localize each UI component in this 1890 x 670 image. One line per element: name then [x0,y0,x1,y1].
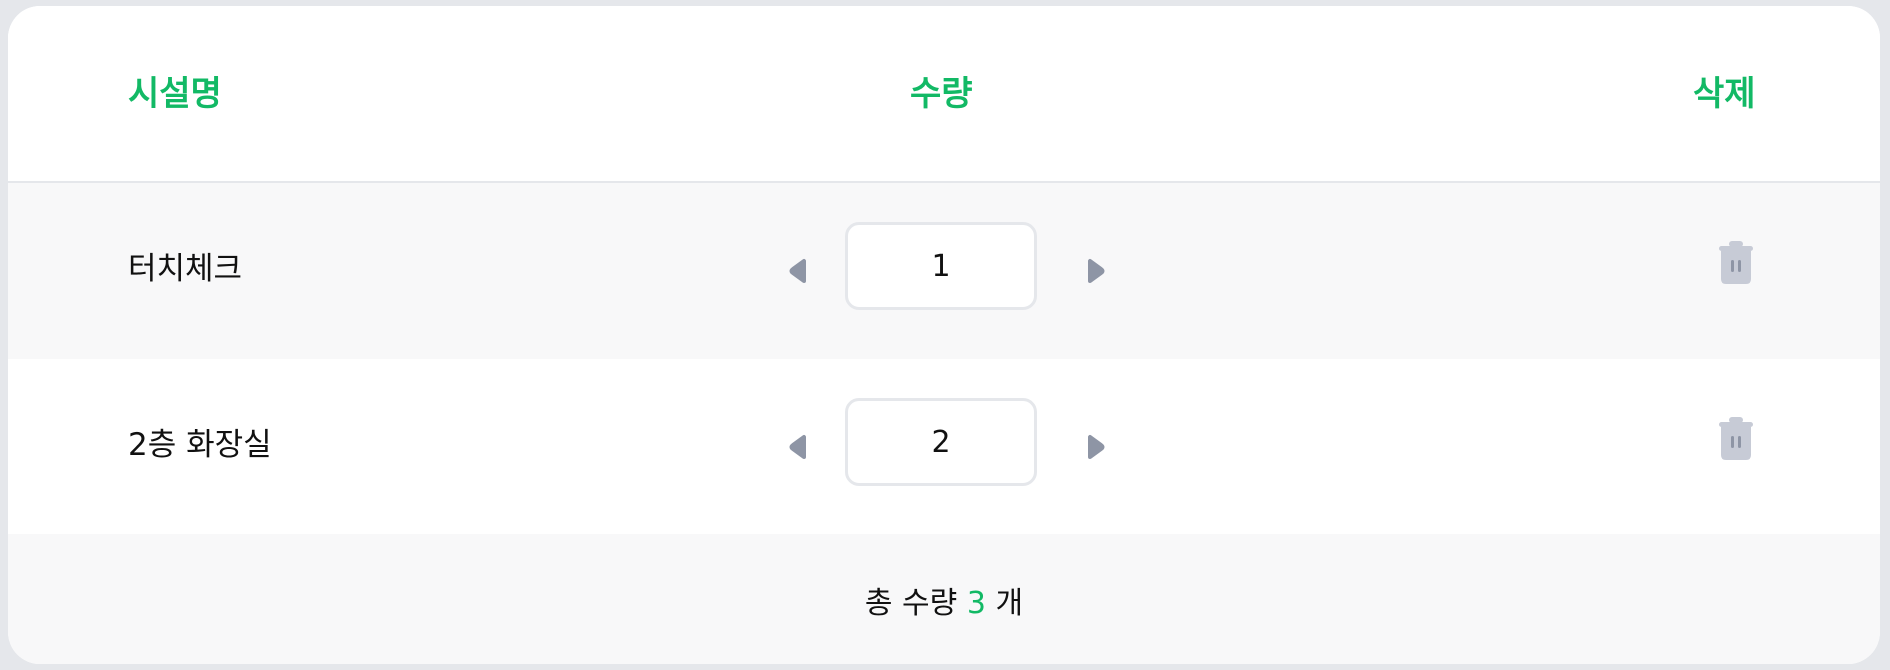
column-header-quantity: 수량 [910,74,973,114]
caret-left-icon [789,259,806,283]
quantity-input[interactable] [845,222,1037,310]
caret-left-icon [789,435,806,459]
table-row: 터치체크 [8,183,1880,359]
caret-right-icon [1088,435,1105,459]
facility-name: 터치체크 [128,251,243,287]
trash-icon [1719,241,1753,284]
trash-icon [1719,417,1753,460]
quantity-input[interactable] [845,398,1037,486]
table-row: 2층 화장실 [8,359,1880,535]
delete-button[interactable] [1716,239,1756,287]
total-quantity: 총 수량 3 개 [8,582,1880,626]
decrement-button[interactable] [782,246,812,296]
facility-name: 2층 화장실 [128,427,272,463]
increment-button[interactable] [1082,422,1112,472]
decrement-button[interactable] [782,422,812,472]
total-footer: 총 수량 3 개 [8,534,1880,664]
total-count: 3 [966,586,986,621]
facility-quantity-card: 시설명 수량 삭제 터치체크 2층 화장실 [8,6,1880,664]
delete-button[interactable] [1716,415,1756,463]
column-header-facility-name: 시설명 [128,74,222,114]
column-header-delete: 삭제 [1693,74,1756,114]
total-suffix: 개 [995,586,1024,621]
table-header: 시설명 수량 삭제 [8,6,1880,183]
increment-button[interactable] [1082,246,1112,296]
caret-right-icon [1088,259,1105,283]
total-prefix: 총 수량 [864,586,958,621]
